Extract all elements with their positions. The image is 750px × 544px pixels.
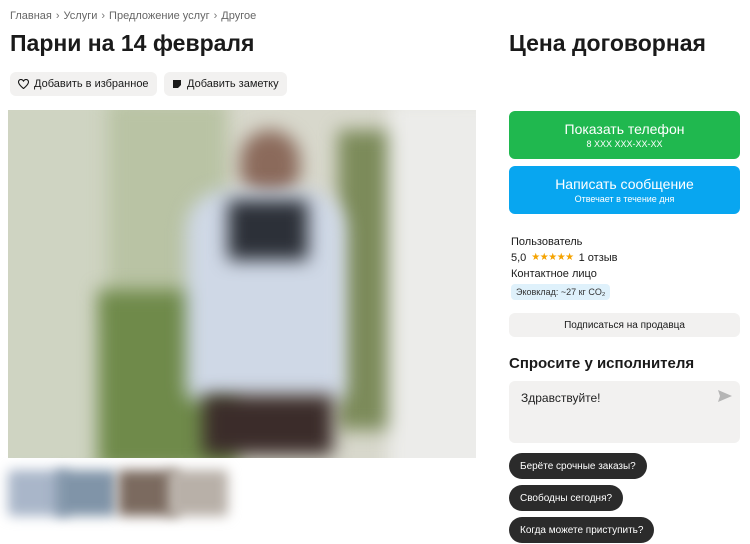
favorite-label: Добавить в избранное bbox=[34, 78, 149, 90]
star-icon: ★★★★★ bbox=[531, 252, 574, 263]
show-phone-label: Показать телефон bbox=[564, 121, 685, 137]
eco-badge: Эковклад: ~27 кг CO₂ bbox=[511, 284, 611, 300]
note-icon bbox=[172, 79, 182, 89]
suggestion-when-start[interactable]: Когда можете приступить? bbox=[509, 517, 655, 543]
breadcrumb-item-services[interactable]: Услуги bbox=[64, 10, 98, 22]
suggestion-free-today[interactable]: Свободны сегодня? bbox=[509, 485, 624, 511]
reviews-link[interactable]: 1 отзыв bbox=[579, 250, 618, 266]
send-icon[interactable] bbox=[718, 390, 732, 405]
seller-name[interactable]: Пользователь bbox=[511, 234, 618, 250]
seller-rating: 5,0 ★★★★★ 1 отзыв bbox=[511, 250, 618, 266]
page-title: Парни на 14 февраля bbox=[10, 30, 255, 56]
breadcrumb-item-other[interactable]: Другое bbox=[221, 10, 256, 22]
chevron-right-icon: › bbox=[101, 10, 106, 22]
message-input[interactable]: Здравствуйте! bbox=[509, 381, 740, 443]
message-text: Здравствуйте! bbox=[521, 391, 601, 405]
suggestion-urgent-orders[interactable]: Берёте срочные заказы? bbox=[509, 453, 647, 479]
breadcrumb: Главная › Услуги › Предложение услуг › Другое bbox=[10, 10, 256, 22]
heart-icon bbox=[18, 79, 29, 89]
add-to-favorites-button[interactable]: Добавить в избранное bbox=[10, 72, 157, 96]
thumbnail[interactable] bbox=[56, 470, 116, 516]
breadcrumb-item-offers[interactable]: Предложение услуг bbox=[109, 10, 210, 22]
thumbnail-strip bbox=[8, 470, 228, 520]
ask-section-title: Спросите у исполнителя bbox=[509, 355, 695, 372]
price: Цена договорная bbox=[509, 30, 706, 56]
seller-role: Контактное лицо bbox=[511, 268, 597, 280]
write-message-button[interactable]: Написать сообщение Отвечает в течение дн… bbox=[509, 166, 740, 214]
phone-masked: 8 XXX XXX-XX-XX bbox=[586, 139, 663, 149]
add-note-button[interactable]: Добавить заметку bbox=[164, 72, 287, 96]
chevron-right-icon: › bbox=[213, 10, 218, 22]
write-message-label: Написать сообщение bbox=[555, 176, 694, 192]
show-phone-button[interactable]: Показать телефон 8 XXX XXX-XX-XX bbox=[509, 111, 740, 159]
note-label: Добавить заметку bbox=[187, 78, 279, 90]
response-time-note: Отвечает в течение дня bbox=[574, 194, 675, 204]
thumbnail[interactable] bbox=[168, 470, 228, 516]
listing-photo[interactable] bbox=[8, 110, 476, 458]
breadcrumb-item-home[interactable]: Главная bbox=[10, 10, 52, 22]
chevron-right-icon: › bbox=[55, 10, 60, 22]
seller-info: Пользователь 5,0 ★★★★★ 1 отзыв Контактно… bbox=[511, 234, 618, 300]
subscribe-button[interactable]: Подписаться на продавца bbox=[509, 313, 740, 337]
rating-value: 5,0 bbox=[511, 252, 527, 264]
